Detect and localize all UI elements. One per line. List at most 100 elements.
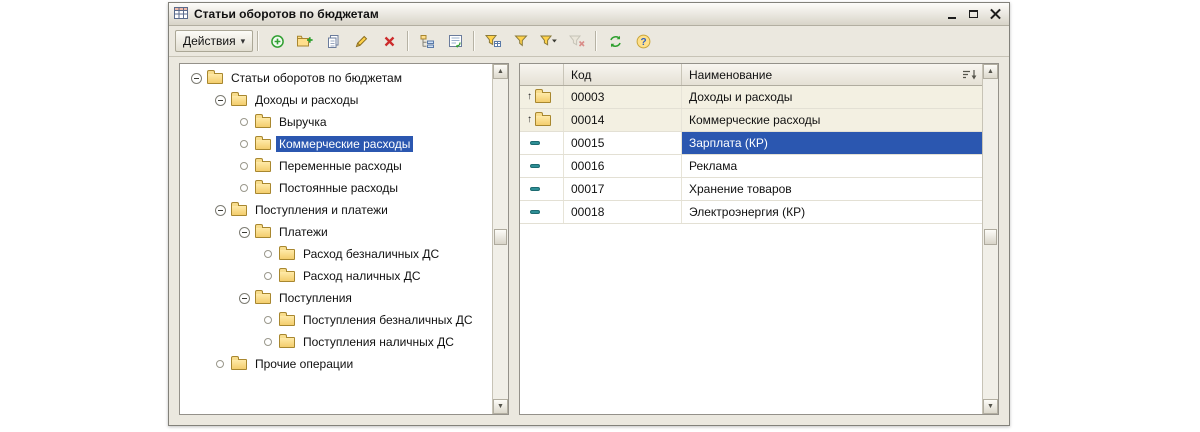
leaf-node-icon[interactable]	[240, 118, 248, 126]
leaf-node-icon[interactable]	[264, 250, 272, 258]
folder-icon	[255, 135, 271, 150]
tree-item[interactable]: Поступления и платежи	[180, 199, 492, 221]
table-row-selected[interactable]: 00015 Зарплата (КР)	[520, 132, 982, 155]
tree-view: Статьи оборотов по бюджетам Доходы и рас…	[180, 64, 492, 414]
collapse-toggle-icon[interactable]	[238, 292, 250, 304]
add-group-button[interactable]	[292, 28, 318, 54]
toolbar-separator	[407, 31, 410, 51]
name-column-header[interactable]: Наименование	[682, 64, 982, 85]
scroll-down-button[interactable]: ▼	[493, 399, 508, 414]
name-cell[interactable]: Реклама	[682, 155, 982, 177]
folder-icon	[255, 179, 271, 194]
tree-vertical-scrollbar[interactable]: ▲ ▼	[492, 64, 508, 414]
leaf-node-icon[interactable]	[240, 184, 248, 192]
app-window: Статьи оборотов по бюджетам Действия ▾ ?…	[168, 2, 1010, 426]
add-button[interactable]	[264, 28, 290, 54]
table-row[interactable]: 00016 Реклама	[520, 155, 982, 178]
close-button[interactable]	[987, 7, 1004, 22]
table-row[interactable]: 00017 Хранение товаров	[520, 178, 982, 201]
move-to-group-button[interactable]	[442, 28, 468, 54]
help-button[interactable]: ?	[630, 28, 656, 54]
tree-item[interactable]: Поступления безналичных ДС	[180, 309, 492, 331]
table-row[interactable]: 00018 Электроэнергия (КР)	[520, 201, 982, 224]
folder-icon	[255, 157, 271, 172]
name-cell[interactable]: Хранение товаров	[682, 178, 982, 200]
edit-button[interactable]	[348, 28, 374, 54]
folder-icon	[207, 69, 223, 84]
toolbar: Действия ▾ ?	[169, 26, 1009, 57]
add-group-icon	[297, 35, 313, 46]
close-icon	[990, 9, 1001, 20]
collapse-toggle-icon[interactable]	[214, 94, 226, 106]
code-cell[interactable]: 00018	[564, 201, 682, 223]
code-cell[interactable]: 00003	[564, 86, 682, 108]
tree-item[interactable]: Поступления	[180, 287, 492, 309]
tree-item[interactable]: Расход наличных ДС	[180, 265, 492, 287]
code-cell[interactable]: 00017	[564, 178, 682, 200]
leaf-node-icon[interactable]	[240, 162, 248, 170]
name-cell[interactable]: Доходы и расходы	[682, 86, 982, 108]
name-cell[interactable]: Коммерческие расходы	[682, 109, 982, 131]
code-cell[interactable]: 00014	[564, 109, 682, 131]
table-vertical-scrollbar[interactable]: ▲ ▼	[982, 64, 998, 414]
refresh-button[interactable]	[602, 28, 628, 54]
code-cell[interactable]: 00016	[564, 155, 682, 177]
title-bar[interactable]: Статьи оборотов по бюджетам	[169, 3, 1009, 26]
row-icon-cell	[520, 132, 564, 154]
delete-button[interactable]	[376, 28, 402, 54]
budget-tree-panel: Статьи оборотов по бюджетам Доходы и рас…	[179, 63, 509, 415]
code-column-header[interactable]: Код	[564, 64, 682, 85]
icon-column-header[interactable]	[520, 64, 564, 85]
scrollbar-track[interactable]	[983, 79, 998, 399]
tree-item[interactable]: Переменные расходы	[180, 155, 492, 177]
tree-item[interactable]: Поступления наличных ДС	[180, 331, 492, 353]
tree-item-root[interactable]: Статьи оборотов по бюджетам	[180, 67, 492, 89]
tree-item-selected[interactable]: Коммерческие расходы	[180, 133, 492, 155]
scrollbar-thumb[interactable]	[984, 229, 997, 245]
folder-icon	[231, 201, 247, 216]
tree-item[interactable]: Постоянные расходы	[180, 177, 492, 199]
leaf-node-icon[interactable]	[264, 316, 272, 324]
filter-by-value-button[interactable]	[508, 28, 534, 54]
leaf-node-icon[interactable]	[240, 140, 248, 148]
folder-icon	[255, 223, 271, 238]
group-up-arrow-icon: ↑	[527, 114, 532, 125]
scroll-up-button[interactable]: ▲	[493, 64, 508, 79]
collapse-toggle-icon[interactable]	[214, 204, 226, 216]
sort-icon[interactable]	[962, 69, 978, 81]
tree-item[interactable]: Расход безналичных ДС	[180, 243, 492, 265]
actions-menu-button[interactable]: Действия ▾	[175, 30, 254, 52]
table-row-group[interactable]: ↑ 00014 Коммерческие расходы	[520, 109, 982, 132]
scrollbar-track[interactable]	[493, 79, 508, 399]
name-cell[interactable]: Электроэнергия (КР)	[682, 201, 982, 223]
code-cell[interactable]: 00015	[564, 132, 682, 154]
folder-icon	[279, 267, 295, 282]
budget-items-list-panel: Код Наименование ↑ 00003 Доходы и расход…	[519, 63, 999, 415]
name-cell[interactable]: Зарплата (КР)	[682, 132, 982, 154]
folder-icon	[255, 289, 271, 304]
hierarchy-view-button[interactable]	[414, 28, 440, 54]
tree-item[interactable]: Доходы и расходы	[180, 89, 492, 111]
tree-item[interactable]: Платежи	[180, 221, 492, 243]
collapse-toggle-icon[interactable]	[238, 226, 250, 238]
item-dash-icon	[530, 141, 540, 145]
leaf-node-icon[interactable]	[264, 272, 272, 280]
table-icon	[174, 6, 188, 23]
tree-item[interactable]: Выручка	[180, 111, 492, 133]
filter-settings-button[interactable]	[480, 28, 506, 54]
scroll-up-button[interactable]: ▲	[983, 64, 998, 79]
maximize-button[interactable]	[965, 7, 982, 22]
copy-button[interactable]	[320, 28, 346, 54]
collapse-toggle-icon[interactable]	[190, 72, 202, 84]
tree-item[interactable]: Прочие операции	[180, 353, 492, 375]
scroll-down-button[interactable]: ▼	[983, 399, 998, 414]
leaf-node-icon[interactable]	[264, 338, 272, 346]
minimize-button[interactable]	[943, 7, 960, 22]
clear-filter-button[interactable]	[564, 28, 590, 54]
table-row-group[interactable]: ↑ 00003 Доходы и расходы	[520, 86, 982, 109]
filter-history-button[interactable]	[536, 28, 562, 54]
leaf-node-icon[interactable]	[216, 360, 224, 368]
scrollbar-thumb[interactable]	[494, 229, 507, 245]
toolbar-separator	[473, 31, 476, 51]
item-dash-icon	[530, 164, 540, 168]
